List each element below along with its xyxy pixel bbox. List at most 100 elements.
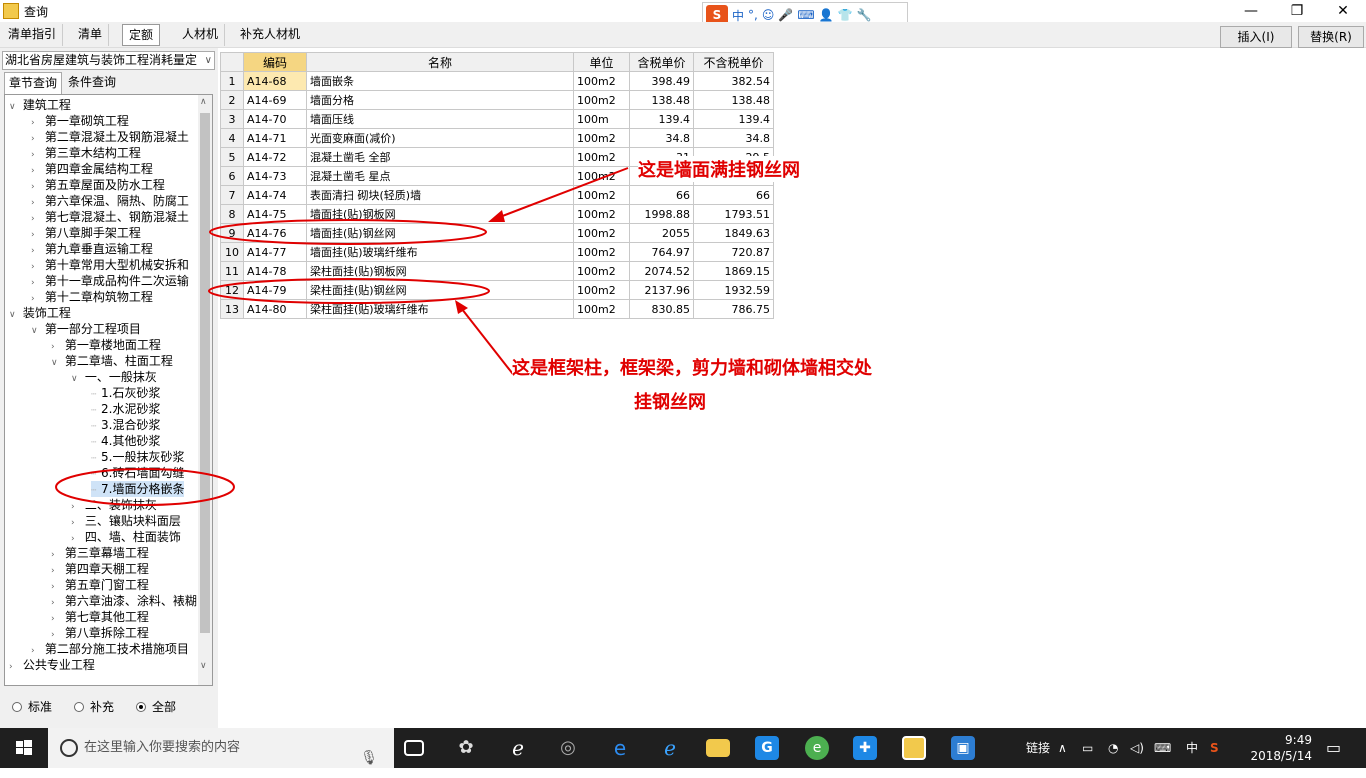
tree-node[interactable]: ┄ 4.其他砂浆 <box>91 433 160 449</box>
row-number[interactable]: 13 <box>220 299 244 319</box>
row-number[interactable]: 5 <box>220 147 244 167</box>
scroll-down-icon[interactable]: ∨ <box>200 661 207 671</box>
cortana-icon[interactable] <box>60 739 78 757</box>
tree-node[interactable]: › 第八章拆除工程 <box>51 625 149 641</box>
internet-explorer-icon[interactable]: ℯ <box>658 736 682 760</box>
table-row[interactable]: 8 A14-75 墙面挂(贴)钢板网 100m2 1998.88 1793.51 <box>220 204 774 224</box>
tab-supplement-material[interactable]: 补充人材机 <box>234 24 306 46</box>
tab-chapter-query[interactable]: 章节查询 <box>4 72 63 94</box>
tree-node[interactable]: › 四、墙、柱面装饰 <box>71 529 181 545</box>
cell-price-notax[interactable]: 1849.63 <box>693 223 774 243</box>
table-row[interactable]: 3 A14-70 墙面压线 100m 139.4 139.4 <box>220 109 774 129</box>
cell-name[interactable]: 混凝土凿毛 全部 <box>306 147 574 167</box>
glodon-g-icon[interactable]: G <box>755 736 779 760</box>
tree-node[interactable]: › 第九章垂直运输工程 <box>31 241 153 257</box>
cell-code[interactable]: A14-75 <box>243 204 307 224</box>
tree-node[interactable]: ┄ 6.砖石墙面勾缝 <box>91 465 184 481</box>
tree-node[interactable]: › 第四章天棚工程 <box>51 561 149 577</box>
cell-price-notax[interactable]: 1869.15 <box>693 261 774 281</box>
tree-node[interactable]: › 三、镶贴块料面层 <box>71 513 181 529</box>
cell-code[interactable]: A14-68 <box>243 71 307 91</box>
cell-price-tax[interactable]: 138.48 <box>629 90 694 110</box>
table-row[interactable]: 1 A14-68 墙面嵌条 100m2 398.49 382.54 <box>220 71 774 91</box>
tree-node[interactable]: › 第二章混凝土及钢筋混凝土 <box>31 129 189 145</box>
wifi-icon[interactable]: ◔ <box>1108 728 1118 768</box>
ime-user-icon[interactable]: 👤 <box>819 8 834 22</box>
cell-unit[interactable]: 100m2 <box>573 185 630 205</box>
cell-price-notax[interactable]: 1793.51 <box>693 204 774 224</box>
cell-code[interactable]: A14-79 <box>243 280 307 300</box>
cell-price-tax[interactable]: 2055 <box>629 223 694 243</box>
col-code[interactable]: 编码 <box>243 52 307 72</box>
cell-name[interactable]: 墙面嵌条 <box>306 71 574 91</box>
radio-supplement[interactable]: 补充 <box>74 698 114 715</box>
tab-bill-guide[interactable]: 清单指引 <box>2 24 64 46</box>
cell-price-tax[interactable]: 66 <box>629 185 694 205</box>
chapter-tree[interactable]: ∨ 建筑工程 › 第一章砌筑工程 › 第二章混凝土及钢筋混凝土 › 第三章木结构… <box>4 94 213 686</box>
tree-node[interactable]: › 第六章油漆、涂料、裱糊 <box>51 593 197 609</box>
ie-e-icon[interactable]: ℯ <box>506 736 530 760</box>
cell-name[interactable]: 墙面压线 <box>306 109 574 129</box>
cell-name[interactable]: 光面变麻面(减价) <box>306 128 574 148</box>
table-row[interactable]: 2 A14-69 墙面分格 100m2 138.48 138.48 <box>220 90 774 110</box>
chevron-down-icon[interactable]: ∨ <box>205 52 212 69</box>
tree-node[interactable]: › 第一章楼地面工程 <box>51 337 161 353</box>
cell-unit[interactable]: 100m2 <box>573 242 630 262</box>
cell-price-notax[interactable]: 382.54 <box>693 71 774 91</box>
table-row[interactable]: 12 A14-79 梁柱面挂(贴)钢丝网 100m2 2137.96 1932.59 <box>220 280 774 300</box>
radio-all[interactable]: 全部 <box>136 698 176 715</box>
table-row[interactable]: 4 A14-71 光面变麻面(减价) 100m2 34.8 34.8 <box>220 128 774 148</box>
ime-skin-icon[interactable]: 👕 <box>838 8 853 22</box>
replace-button[interactable]: 替换(R) <box>1298 26 1364 48</box>
cell-price-notax[interactable]: 66 <box>693 185 774 205</box>
row-number[interactable]: 1 <box>220 71 244 91</box>
close-button[interactable]: ✕ <box>1320 0 1366 22</box>
tab-material[interactable]: 人材机 <box>176 24 226 46</box>
keyboard-icon[interactable]: ⌨ <box>1154 728 1171 768</box>
cell-price-tax[interactable]: 764.97 <box>629 242 694 262</box>
cell-unit[interactable]: 100m2 <box>573 166 630 186</box>
table-row[interactable]: 10 A14-77 墙面挂(贴)玻璃纤维布 100m2 764.97 720.87 <box>220 242 774 262</box>
radio-dot[interactable] <box>74 701 85 712</box>
ime-emoji-icon[interactable]: ☺ <box>762 8 775 22</box>
cell-unit[interactable]: 100m2 <box>573 299 630 319</box>
cell-unit[interactable]: 100m2 <box>573 204 630 224</box>
cell-unit[interactable]: 100m2 <box>573 147 630 167</box>
row-number[interactable]: 7 <box>220 185 244 205</box>
cell-code[interactable]: A14-78 <box>243 261 307 281</box>
cell-code[interactable]: A14-70 <box>243 109 307 129</box>
ime-punct[interactable]: °, <box>748 8 758 22</box>
cell-name[interactable]: 墙面挂(贴)钢丝网 <box>306 223 574 243</box>
bag-app-icon[interactable]: ▣ <box>951 736 975 760</box>
row-number[interactable]: 9 <box>220 223 244 243</box>
table-row[interactable]: 11 A14-78 梁柱面挂(贴)钢板网 100m2 2074.52 1869.15 <box>220 261 774 281</box>
cell-unit[interactable]: 100m2 <box>573 280 630 300</box>
cell-price-tax[interactable]: 139.4 <box>629 109 694 129</box>
tray-expand-icon[interactable]: ∧ <box>1058 728 1067 768</box>
cell-name[interactable]: 梁柱面挂(贴)钢板网 <box>306 261 574 281</box>
row-number[interactable]: 8 <box>220 204 244 224</box>
cell-name[interactable]: 梁柱面挂(贴)钢丝网 <box>306 280 574 300</box>
row-number[interactable]: 12 <box>220 280 244 300</box>
tray-link[interactable]: 链接 <box>1026 728 1050 768</box>
cell-unit[interactable]: 100m2 <box>573 90 630 110</box>
tree-node[interactable]: › 第二部分施工技术措施项目 <box>31 641 189 657</box>
cell-code[interactable]: A14-77 <box>243 242 307 262</box>
radio-dot[interactable] <box>12 701 22 712</box>
ime-tools-icon[interactable]: 🔧 <box>857 8 872 22</box>
ime-mic-icon[interactable]: 🎤 <box>778 8 793 22</box>
cell-price-tax[interactable]: 1998.88 <box>629 204 694 224</box>
table-row[interactable]: 7 A14-74 表面清扫 砌块(轻质)墙 100m2 66 66 <box>220 185 774 205</box>
cell-code[interactable]: A14-72 <box>243 147 307 167</box>
tree-node[interactable]: › 第十一章成品构件二次运输 <box>31 273 189 289</box>
tree-node[interactable]: ┄ 2.水泥砂浆 <box>91 401 160 417</box>
row-number[interactable]: 10 <box>220 242 244 262</box>
cell-code[interactable]: A14-69 <box>243 90 307 110</box>
cell-name[interactable]: 墙面挂(贴)钢板网 <box>306 204 574 224</box>
taskbar-search[interactable]: 在这里输入你要搜索的内容 🎙 <box>48 728 394 768</box>
active-quota-app-icon[interactable] <box>902 736 926 760</box>
cell-code[interactable]: A14-74 <box>243 185 307 205</box>
cell-price-notax[interactable]: 139.4 <box>693 109 774 129</box>
cell-name[interactable]: 混凝土凿毛 星点 <box>306 166 574 186</box>
row-number[interactable]: 11 <box>220 261 244 281</box>
